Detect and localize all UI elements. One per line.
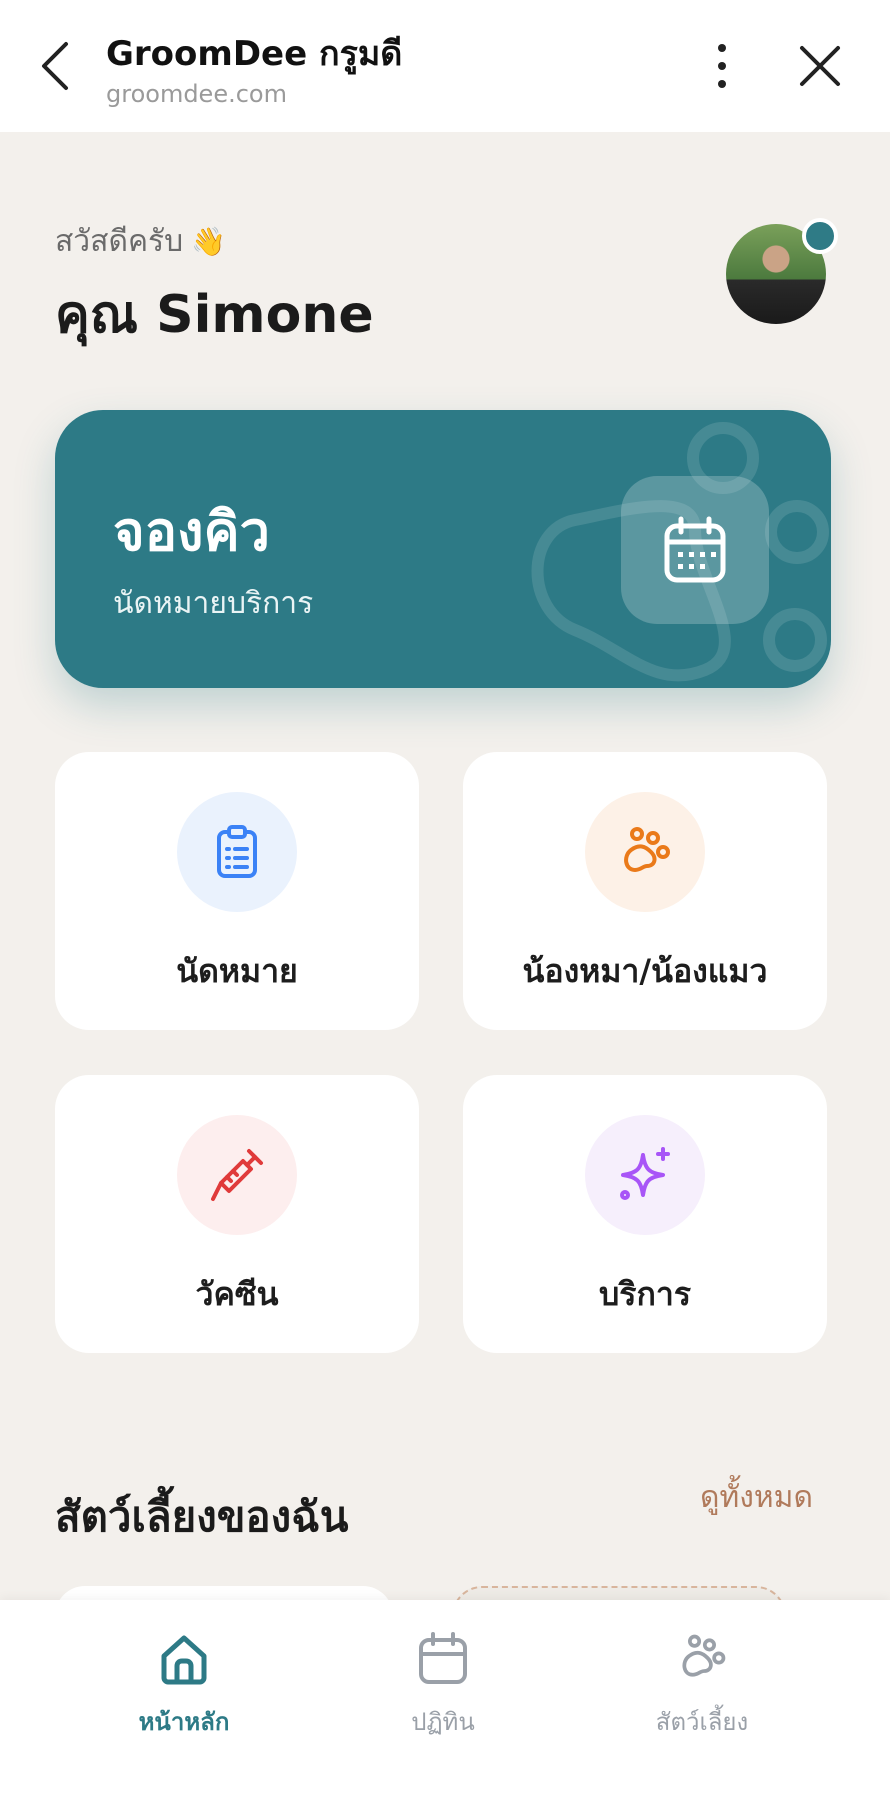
user-name: คุณ Simone: [55, 285, 374, 345]
book-card-subtitle: นัดหมายบริการ: [113, 586, 314, 621]
clipboard-icon: [217, 825, 257, 878]
tile-vaccine[interactable]: วัคซีน: [55, 1075, 419, 1353]
tile-icon-bg: [585, 792, 705, 912]
calendar-icon: [664, 516, 726, 583]
calendar-box: [621, 476, 769, 624]
nav-label: หน้าหลัก: [138, 1708, 230, 1736]
greeting-text: สวัสดีครับ 👋: [55, 218, 226, 265]
nav-label: สัตว์เลี้ยง: [655, 1708, 749, 1736]
book-queue-card[interactable]: จองคิว นัดหมายบริการ: [55, 410, 831, 688]
wave-emoji: 👋: [191, 225, 227, 258]
home-icon: [161, 1635, 207, 1685]
nav-label: ปฏิทิน: [411, 1708, 475, 1736]
paw-icon: [682, 1634, 726, 1677]
tile-label: วัคซีน: [195, 1275, 279, 1313]
notification-dot: [802, 218, 838, 254]
page-title: GroomDee กรูมดี: [106, 34, 403, 74]
browser-bar: GroomDee กรูมดี groomdee.com: [0, 0, 890, 132]
tile-icon-bg: [177, 792, 297, 912]
tile-icon-bg: [585, 1115, 705, 1235]
sparkle-icon: [620, 1147, 670, 1200]
nav-item-calendar[interactable]: ปฏิทิน: [333, 1630, 553, 1750]
calendar-icon: [419, 1632, 467, 1684]
nav-item-pets[interactable]: สัตว์เลี้ยง: [592, 1630, 812, 1750]
paw-icon: [624, 827, 670, 873]
back-arrow-icon[interactable]: [34, 38, 78, 94]
syringe-icon: [211, 1149, 263, 1201]
more-options-icon[interactable]: [704, 40, 740, 92]
tile-label: บริการ: [598, 1275, 692, 1313]
see-all-link[interactable]: ดูทั้งหมด: [700, 1474, 813, 1521]
page-url: groomdee.com: [106, 80, 287, 108]
tile-label: น้องหมา/น้องแมว: [522, 952, 768, 990]
tile-appointments[interactable]: นัดหมาย: [55, 752, 419, 1030]
nav-item-home[interactable]: หน้าหลัก: [74, 1630, 294, 1750]
book-card-title: จองคิว: [113, 500, 270, 563]
bottom-nav: หน้าหลัก ปฏิทิน สัตว์เลี้ยง: [0, 1600, 890, 1799]
close-icon[interactable]: [796, 42, 844, 90]
tile-label: นัดหมาย: [176, 952, 298, 990]
tile-services[interactable]: บริการ: [463, 1075, 827, 1353]
greeting-hello: สวัสดีครับ: [55, 224, 184, 259]
tile-icon-bg: [177, 1115, 297, 1235]
section-title: สัตว์เลี้ยงของฉัน: [55, 1492, 349, 1541]
tile-pets[interactable]: น้องหมา/น้องแมว: [463, 752, 827, 1030]
